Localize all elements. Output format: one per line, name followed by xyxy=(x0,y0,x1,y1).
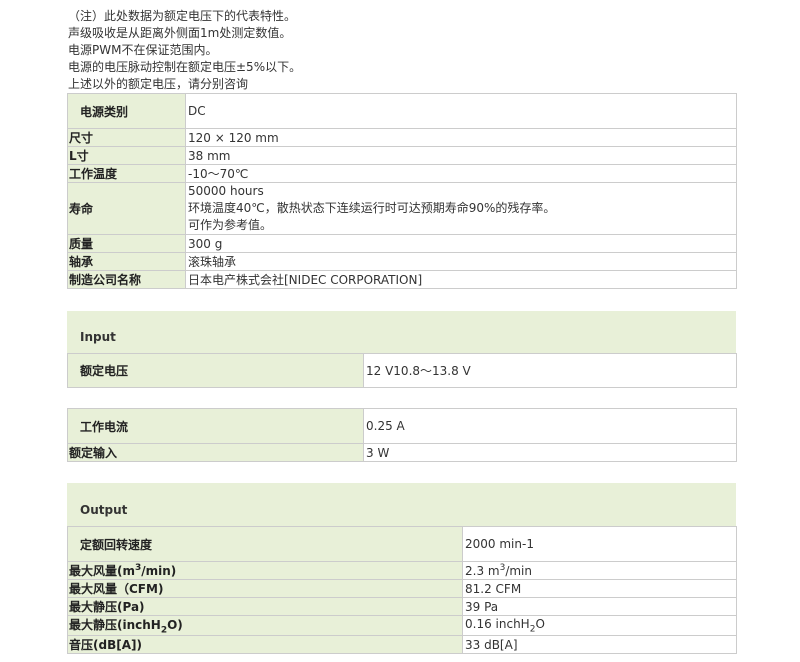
value-part: 2.3 m xyxy=(465,564,500,578)
table-row: 寿命 50000 hours 环境温度40℃，散热状态下连续运行时可达预期寿命9… xyxy=(67,182,737,235)
spec-label: 额定输入 xyxy=(67,443,364,462)
spec-label: 寿命 xyxy=(67,182,186,235)
input-current-table: 工作电流 0.25 A 额定输入 3 W xyxy=(67,408,737,462)
table-row: 电源类别 DC xyxy=(67,93,737,129)
note-line: 电源的电压脉动控制在额定电压±5%以下。 xyxy=(68,60,302,74)
table-row: 最大静压(Pa) 39 Pa xyxy=(67,597,737,616)
spec-label: 电源类别 xyxy=(67,93,186,129)
label-part: /min) xyxy=(141,564,177,578)
table-row: 额定电压 12 V10.8～13.8 V xyxy=(67,353,737,388)
note-line: 上述以外的额定电压，请分别咨询 xyxy=(68,77,249,91)
spec-label: 音压(dB[A]) xyxy=(67,635,463,655)
spec-value: DC xyxy=(185,93,737,129)
spec-label: 尺寸 xyxy=(67,128,186,147)
value-part: /min xyxy=(505,564,532,578)
value-part: O xyxy=(535,617,545,631)
note-line: 声级吸收是从距离外侧面1m处测定数值。 xyxy=(68,26,292,40)
spec-label: 质量 xyxy=(67,234,186,253)
spec-label: 最大静压(Pa) xyxy=(67,597,463,616)
spec-value: 33 dB[A] xyxy=(462,635,737,655)
spec-table: 电源类别 DC 尺寸 120 × 120 mm L寸 38 mm 工作温度 -1… xyxy=(67,93,737,289)
table-row: 最大风量（CFM) 81.2 CFM xyxy=(67,579,737,598)
spec-value-multiline: 50000 hours 环境温度40℃，散热状态下连续运行时可达预期寿命90%的… xyxy=(185,182,737,235)
table-row: 轴承 滚珠轴承 xyxy=(67,252,737,271)
spec-label: 最大风量（CFM) xyxy=(67,579,463,598)
table-row: 定额回转速度 2000 min-1 xyxy=(67,526,737,562)
spec-label: 工作温度 xyxy=(67,164,186,183)
output-table: 定额回转速度 2000 min-1 最大风量(m3/min) 2.3 m3/mi… xyxy=(67,526,737,655)
spec-value: 3 W xyxy=(363,443,737,462)
spec-label: 最大风量(m3/min) xyxy=(67,561,463,580)
value-part: 0.16 inchH xyxy=(465,617,530,631)
spec-value: 120 × 120 mm xyxy=(185,128,737,147)
lifetime-line: 环境温度40℃，散热状态下连续运行时可达预期寿命90%的残存率。 xyxy=(188,201,556,215)
label-part: 最大风量(m xyxy=(69,564,135,578)
section-title: Input xyxy=(80,330,116,344)
spec-label: 定额回转速度 xyxy=(67,526,463,562)
spec-value: 0.16 inchH2O xyxy=(462,614,737,637)
spec-value: 300 g xyxy=(185,234,737,253)
spec-value: 2000 min-1 xyxy=(462,526,737,562)
label-part: O) xyxy=(167,618,183,632)
output-section-header: Output xyxy=(67,483,736,527)
table-row: 额定输入 3 W xyxy=(67,443,737,462)
table-row: 最大静压(inchH2O) 0.16 inchH2O xyxy=(67,614,737,637)
lifetime-line: 50000 hours xyxy=(188,184,264,198)
table-row: 最大风量(m3/min) 2.3 m3/min xyxy=(67,561,737,580)
table-row: 尺寸 120 × 120 mm xyxy=(67,128,737,147)
table-row: 质量 300 g xyxy=(67,234,737,253)
spec-value: 0.25 A xyxy=(363,408,737,444)
table-row: 工作温度 -10～70℃ xyxy=(67,164,737,183)
input-voltage-table: 额定电压 12 V10.8～13.8 V xyxy=(67,353,737,388)
lifetime-line: 可作为参考值。 xyxy=(188,218,273,232)
spec-label: 最大静压(inchH2O) xyxy=(67,614,463,637)
input-section-header: Input xyxy=(67,311,736,354)
table-row: 音压(dB[A]) 33 dB[A] xyxy=(67,635,737,655)
spec-label: 工作电流 xyxy=(67,408,364,444)
spec-value: 日本电产株式会社[NIDEC CORPORATION] xyxy=(185,270,737,289)
spec-label: 额定电压 xyxy=(67,353,364,388)
spec-label: L寸 xyxy=(67,146,186,165)
spec-value: 2.3 m3/min xyxy=(462,561,737,580)
spec-value: 38 mm xyxy=(185,146,737,165)
section-title: Output xyxy=(80,503,128,517)
spec-value: 滚珠轴承 xyxy=(185,252,737,271)
spec-value: 12 V10.8～13.8 V xyxy=(363,353,737,388)
note-line: 电源PWM不在保证范围内。 xyxy=(68,43,218,57)
spec-label: 轴承 xyxy=(67,252,186,271)
spec-label: 制造公司名称 xyxy=(67,270,186,289)
spec-value: -10～70℃ xyxy=(185,164,737,183)
table-row: L寸 38 mm xyxy=(67,146,737,165)
spec-value: 39 Pa xyxy=(462,597,737,616)
notes: （注）此处数据为额定电压下的代表特性。 声级吸收是从距离外侧面1m处测定数值。 … xyxy=(68,8,301,93)
note-line: （注）此处数据为额定电压下的代表特性。 xyxy=(68,9,297,23)
table-row: 制造公司名称 日本电产株式会社[NIDEC CORPORATION] xyxy=(67,270,737,289)
spec-value: 81.2 CFM xyxy=(462,579,737,598)
table-row: 工作电流 0.25 A xyxy=(67,408,737,444)
label-part: 最大静压(inchH xyxy=(69,618,161,632)
